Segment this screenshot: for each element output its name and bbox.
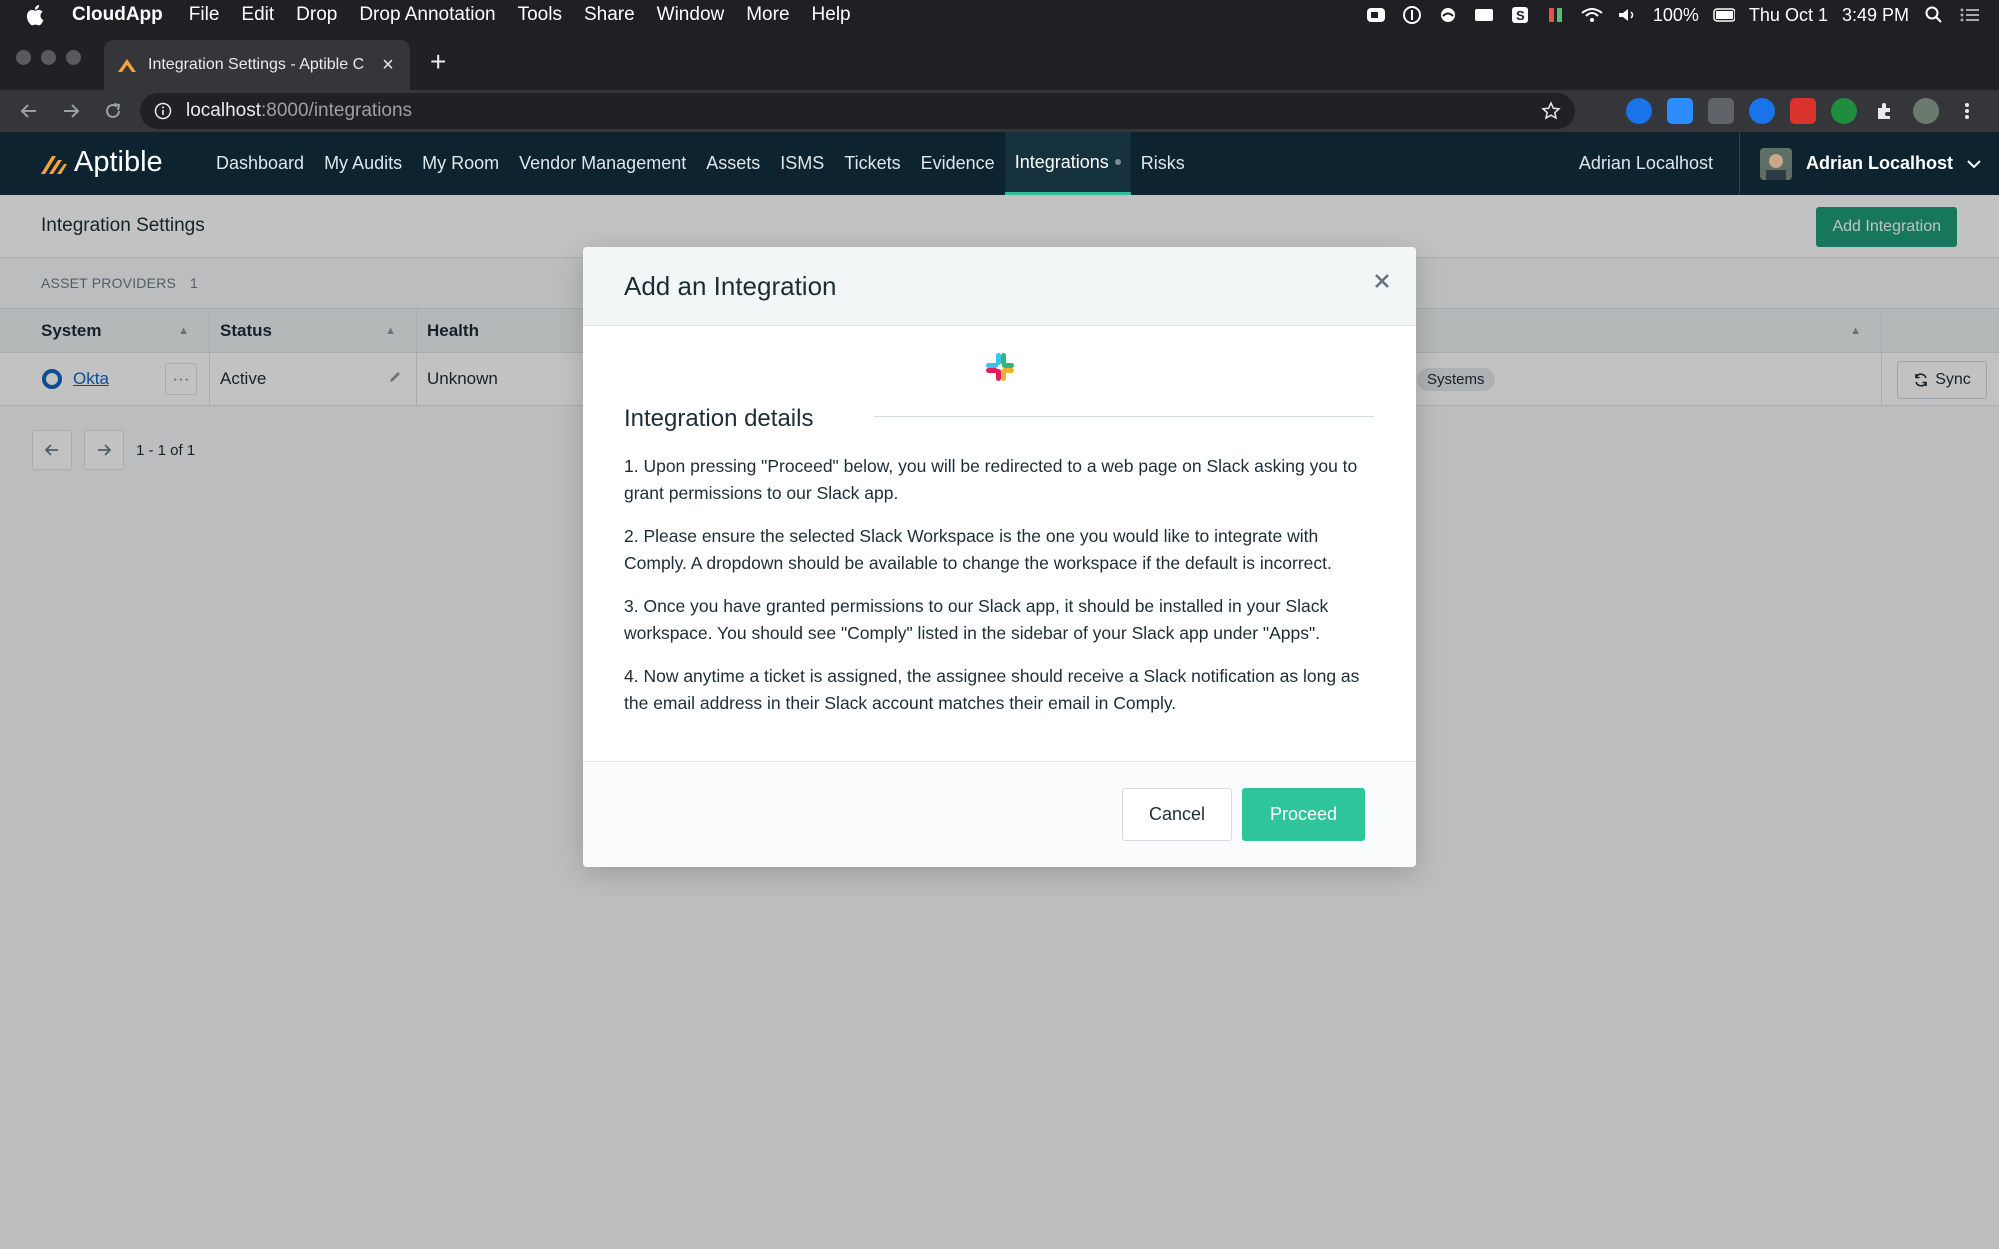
window-controls xyxy=(16,50,81,65)
nav-right: Adrian Localhost Adrian Localhost xyxy=(1579,132,1999,195)
profile-avatar-icon[interactable] xyxy=(1913,98,1939,124)
browser-toolbar: localhost:8000/integrations xyxy=(0,90,1999,132)
menu-more[interactable]: More xyxy=(746,4,789,26)
menubar-date: Thu Oct 1 xyxy=(1748,4,1828,25)
zoom-window-button[interactable] xyxy=(66,50,81,65)
integration-details-heading: Integration details xyxy=(624,405,814,432)
divider xyxy=(874,416,1374,417)
nav-integrations-label: Integrations xyxy=(1014,151,1109,172)
step-2: 2. Please ensure the selected Slack Work… xyxy=(624,526,1332,573)
green-extension-icon[interactable] xyxy=(1831,98,1857,124)
red-extension-icon[interactable] xyxy=(1790,98,1816,124)
dollar-icon[interactable]: S xyxy=(1509,6,1531,24)
zoom-extension-icon[interactable] xyxy=(1667,98,1693,124)
url-host: localhost xyxy=(186,100,261,121)
aptible-favicon-icon xyxy=(116,54,138,76)
app-navbar: Aptible Dashboard My Audits My Room Vend… xyxy=(0,132,1999,195)
new-tab-button[interactable]: + xyxy=(430,48,446,76)
volume-icon[interactable] xyxy=(1617,6,1639,24)
user-name: Adrian Localhost xyxy=(1805,153,1953,173)
nav-my-audits[interactable]: My Audits xyxy=(314,132,412,195)
onepassword-extension-icon[interactable] xyxy=(1749,98,1775,124)
reload-icon[interactable] xyxy=(100,98,126,124)
modal-footer: Cancel Proceed xyxy=(583,761,1416,867)
mac-menubar: CloudApp File Edit Drop Drop Annotation … xyxy=(0,0,1999,30)
cancel-button[interactable]: Cancel xyxy=(1122,788,1232,841)
slack-logo-icon xyxy=(984,351,1016,383)
modal-header: Add an Integration xyxy=(583,247,1416,326)
close-window-button[interactable] xyxy=(16,50,31,65)
chevron-down-icon xyxy=(1967,159,1981,169)
cloudapp-extension-icon[interactable] xyxy=(1626,98,1652,124)
nav-my-room[interactable]: My Room xyxy=(412,132,509,195)
nav-vendor-management[interactable]: Vendor Management xyxy=(509,132,696,195)
nav-assets[interactable]: Assets xyxy=(696,132,770,195)
browser-tab-bar: Integration Settings - Aptible C × + xyxy=(0,30,1999,90)
tab-title: Integration Settings - Aptible C xyxy=(148,56,365,73)
user-avatar xyxy=(1759,147,1792,180)
onepassword-icon[interactable] xyxy=(1401,6,1423,24)
puzzle-extensions-icon[interactable] xyxy=(1872,98,1898,124)
menu-tools[interactable]: Tools xyxy=(518,4,562,26)
tab-close-icon[interactable]: × xyxy=(378,54,398,77)
spotlight-search-icon[interactable] xyxy=(1923,6,1945,24)
step-3: 3. Once you have granted permissions to … xyxy=(624,596,1329,643)
step-4: 4. Now anytime a ticket is assigned, the… xyxy=(624,666,1360,713)
cloud-icon[interactable] xyxy=(1437,6,1459,24)
menubar-status-area: S 100% Thu Oct 1 3:49 PM xyxy=(1365,0,1981,30)
menu-drop[interactable]: Drop xyxy=(296,4,337,26)
browser-tab-active[interactable]: Integration Settings - Aptible C × xyxy=(104,40,410,90)
nav-dashboard[interactable]: Dashboard xyxy=(206,132,314,195)
close-icon[interactable] xyxy=(1372,271,1392,291)
proceed-button[interactable]: Proceed xyxy=(1242,788,1365,841)
nav-isms[interactable]: ISMS xyxy=(770,132,834,195)
main-nav: Dashboard My Audits My Room Vendor Manag… xyxy=(206,132,1195,195)
apple-icon[interactable] xyxy=(26,4,52,26)
modal-title: Add an Integration xyxy=(624,270,837,301)
nav-evidence[interactable]: Evidence xyxy=(911,132,1005,195)
ublock-extension-icon[interactable] xyxy=(1708,98,1734,124)
menu-window[interactable]: Window xyxy=(657,4,725,26)
menu-share[interactable]: Share xyxy=(584,4,635,26)
brand-name: Aptible xyxy=(74,146,163,178)
menu-edit[interactable]: Edit xyxy=(241,4,274,26)
address-bar[interactable]: localhost:8000/integrations xyxy=(140,93,1575,129)
nav-integrations[interactable]: Integrations xyxy=(1004,132,1131,195)
url-path: :8000/integrations xyxy=(261,100,413,121)
istat-icon[interactable] xyxy=(1545,6,1567,24)
bookmark-star-icon[interactable] xyxy=(1541,101,1561,121)
nav-risks[interactable]: Risks xyxy=(1131,132,1195,195)
menu-app-name[interactable]: CloudApp xyxy=(72,4,163,26)
menu-drop-annotation[interactable]: Drop Annotation xyxy=(359,4,495,26)
menu-file[interactable]: File xyxy=(189,4,220,26)
forward-arrow-icon[interactable] xyxy=(58,98,84,124)
minimize-window-button[interactable] xyxy=(41,50,56,65)
screen-icon[interactable] xyxy=(1473,6,1495,24)
aptible-logo-icon xyxy=(40,151,68,175)
wifi-icon[interactable] xyxy=(1581,6,1603,24)
nav-active-dot xyxy=(1114,159,1121,165)
site-info-icon[interactable] xyxy=(154,102,172,120)
notification-center-icon[interactable] xyxy=(1959,6,1981,24)
extensions-area xyxy=(1626,98,1980,124)
svg-text:S: S xyxy=(1516,8,1525,23)
battery-icon[interactable] xyxy=(1713,6,1735,24)
user-menu[interactable]: Adrian Localhost xyxy=(1740,147,1999,180)
integration-steps: 1. Upon pressing "Proceed" below, you wi… xyxy=(624,453,1376,733)
back-arrow-icon[interactable] xyxy=(16,98,42,124)
battery-percent: 100% xyxy=(1652,4,1699,25)
nav-tickets[interactable]: Tickets xyxy=(834,132,910,195)
add-integration-modal: Add an Integration Integration details 1… xyxy=(583,247,1416,867)
step-1: 1. Upon pressing "Proceed" below, you wi… xyxy=(624,456,1358,503)
menu-help[interactable]: Help xyxy=(812,4,851,26)
zoom-icon[interactable] xyxy=(1365,6,1387,24)
browser-menu-icon[interactable] xyxy=(1954,98,1980,124)
menubar-time: 3:49 PM xyxy=(1841,4,1909,25)
org-switcher[interactable]: Adrian Localhost xyxy=(1579,132,1740,195)
aptible-logo[interactable]: Aptible xyxy=(40,146,163,179)
